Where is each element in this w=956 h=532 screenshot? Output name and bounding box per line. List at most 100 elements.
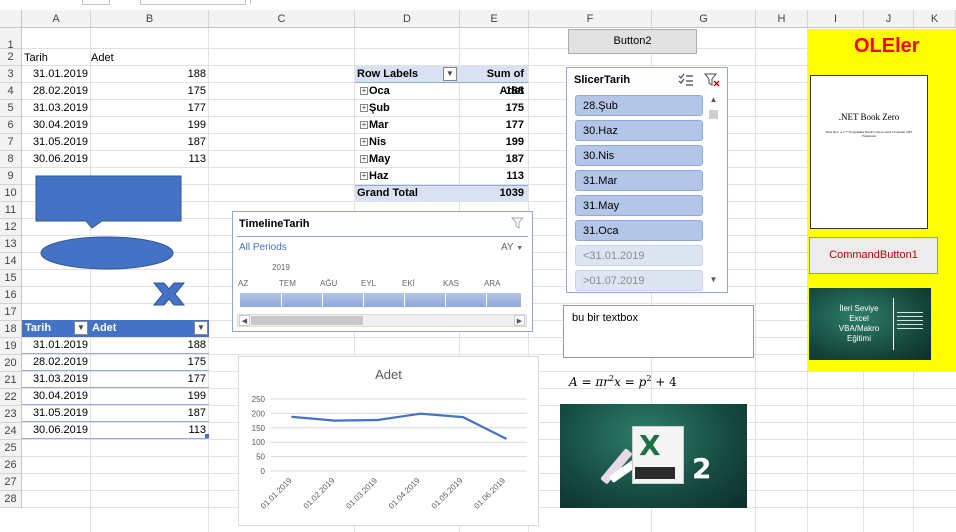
- adet-cell[interactable]: 199: [91, 117, 209, 134]
- textbox[interactable]: bu bir textbox: [563, 305, 754, 358]
- table-tarih-cell[interactable]: 30.06.2019: [22, 422, 91, 439]
- row-header[interactable]: 5: [0, 100, 22, 117]
- line-chart[interactable]: Adet 0 50 100 150 200 250 01.01.2019 01.02.2019…: [238, 356, 539, 526]
- expand-icon[interactable]: +: [360, 121, 368, 129]
- timeline-month-label[interactable]: EYL: [361, 279, 376, 288]
- expand-icon[interactable]: +: [360, 172, 368, 180]
- timeline-month-label[interactable]: ARA: [484, 279, 500, 288]
- column-header[interactable]: G: [652, 10, 756, 28]
- table-adet-cell[interactable]: 199: [91, 388, 209, 405]
- timeline-month-label[interactable]: KAS: [443, 279, 459, 288]
- table-adet-cell[interactable]: 187: [91, 405, 209, 422]
- expand-icon[interactable]: +: [360, 87, 368, 95]
- expand-icon[interactable]: +: [360, 104, 368, 112]
- row-header[interactable]: 18: [0, 321, 22, 338]
- row-header[interactable]: 2: [0, 49, 22, 66]
- column-header[interactable]: C: [209, 10, 355, 28]
- adet-cell[interactable]: 113: [91, 151, 209, 168]
- column-header[interactable]: I: [808, 10, 864, 28]
- select-all-corner[interactable]: [0, 10, 22, 28]
- row-header[interactable]: 15: [0, 270, 22, 287]
- row-header[interactable]: 20: [0, 355, 22, 372]
- ellipse-shape[interactable]: [39, 235, 175, 271]
- formula-input[interactable]: [250, 0, 956, 4]
- row-header[interactable]: 27: [0, 474, 22, 491]
- column-header[interactable]: E: [460, 10, 529, 28]
- slicer-item[interactable]: 30.Nis: [575, 145, 703, 166]
- timeline-month-label[interactable]: AZ: [238, 279, 248, 288]
- column-header[interactable]: J: [864, 10, 914, 28]
- expand-icon[interactable]: +: [360, 155, 368, 163]
- slicer-item[interactable]: 31.May: [575, 195, 703, 216]
- header-tarih[interactable]: Tarih: [24, 50, 90, 67]
- row-header[interactable]: 14: [0, 253, 22, 270]
- filter-dropdown-tarih[interactable]: ▼: [74, 321, 88, 335]
- timeline-scrollbar[interactable]: ◀ ▶: [237, 314, 527, 327]
- scroll-down-icon[interactable]: ▼: [707, 275, 720, 287]
- tarih-cell[interactable]: 28.02.2019: [22, 83, 91, 100]
- table-tarih-cell[interactable]: 31.03.2019: [22, 371, 91, 388]
- row-header[interactable]: 28: [0, 491, 22, 508]
- row-header[interactable]: 8: [0, 151, 22, 168]
- excel-logo-image[interactable]: X 2: [560, 404, 747, 508]
- pivot-item-label[interactable]: Oca: [369, 83, 439, 100]
- row-header[interactable]: 26: [0, 457, 22, 474]
- ole-slide[interactable]: İleri Seviye Excel VBA/Makro Eğitimi: [809, 288, 931, 360]
- expand-icon[interactable]: +: [360, 138, 368, 146]
- scroll-thumb[interactable]: [709, 110, 718, 119]
- timeline-panel[interactable]: TimelineTarih All Periods AY ▼ 2019 AZ TE…: [232, 211, 533, 332]
- command-button[interactable]: CommandButton1: [809, 237, 938, 274]
- timeline-bar[interactable]: [240, 293, 521, 307]
- row-header[interactable]: 17: [0, 304, 22, 321]
- column-header[interactable]: B: [91, 10, 209, 28]
- pivot-filter-dropdown[interactable]: ▼: [443, 67, 457, 81]
- timeline-month-label[interactable]: EKİ: [402, 279, 415, 288]
- timeline-scroll-thumb[interactable]: [251, 316, 363, 325]
- column-header[interactable]: D: [355, 10, 460, 28]
- row-header[interactable]: 24: [0, 423, 22, 440]
- table-tarih-cell[interactable]: 30.04.2019: [22, 388, 91, 405]
- tarih-cell[interactable]: 30.04.2019: [22, 117, 91, 134]
- slicer-scrollbar[interactable]: ▲ ▼: [707, 95, 720, 289]
- row-header[interactable]: 12: [0, 219, 22, 236]
- adet-cell[interactable]: 175: [91, 83, 209, 100]
- callout-shape[interactable]: [34, 174, 184, 230]
- column-header[interactable]: K: [914, 10, 956, 28]
- table-adet-cell[interactable]: 177: [91, 371, 209, 388]
- pivot-item-label[interactable]: Şub: [369, 100, 439, 117]
- row-header[interactable]: 19: [0, 338, 22, 355]
- row-header[interactable]: 3: [0, 66, 22, 83]
- tarih-cell[interactable]: 30.06.2019: [22, 151, 91, 168]
- table-resize-handle[interactable]: [205, 434, 209, 438]
- slicer-item[interactable]: 30.Haz: [575, 120, 703, 141]
- row-header[interactable]: 13: [0, 236, 22, 253]
- slicer-item[interactable]: 31.Mar: [575, 170, 703, 191]
- ole-document[interactable]: .NET Book Zero What the C or C++ Program…: [810, 75, 928, 229]
- formula-bar[interactable]: [140, 0, 246, 5]
- row-header[interactable]: 11: [0, 202, 22, 219]
- column-header[interactable]: H: [756, 10, 808, 28]
- row-header[interactable]: 22: [0, 389, 22, 406]
- slicer-item[interactable]: <31.01.2019: [575, 245, 703, 266]
- table-adet-cell[interactable]: 113: [91, 422, 209, 439]
- column-header[interactable]: F: [529, 10, 652, 28]
- table-adet-cell[interactable]: 175: [91, 354, 209, 371]
- equation[interactable]: A = πr2x = p2 + 4: [569, 374, 677, 389]
- adet-cell[interactable]: 177: [91, 100, 209, 117]
- slicer-item[interactable]: >01.07.2019: [575, 270, 703, 291]
- filter-dropdown-adet[interactable]: ▼: [194, 321, 208, 335]
- row-header[interactable]: 7: [0, 134, 22, 151]
- row-header[interactable]: 1: [0, 28, 22, 51]
- row-header[interactable]: 23: [0, 406, 22, 423]
- name-box[interactable]: [82, 0, 110, 5]
- timeline-month-label[interactable]: TEM: [279, 279, 296, 288]
- pivot-item-label[interactable]: Mar: [369, 117, 439, 134]
- adet-cell[interactable]: 187: [91, 134, 209, 151]
- row-header[interactable]: 16: [0, 287, 22, 304]
- pivot-item-label[interactable]: May: [369, 151, 439, 168]
- slicer-item[interactable]: 31.Oca: [575, 220, 703, 241]
- scroll-up-icon[interactable]: ▲: [707, 95, 720, 107]
- pivot-item-label[interactable]: Haz: [369, 168, 439, 185]
- tarih-cell[interactable]: 31.03.2019: [22, 100, 91, 117]
- table-tarih-cell[interactable]: 31.01.2019: [22, 337, 91, 354]
